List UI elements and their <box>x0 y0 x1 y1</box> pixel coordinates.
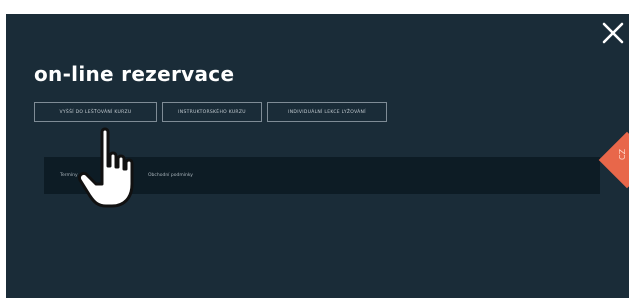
close-icon <box>602 22 624 44</box>
side-tab-label: CZ <box>618 148 627 160</box>
button-individual-lessons[interactable]: Individuální lekce lyžování <box>267 102 387 122</box>
side-tab[interactable] <box>598 131 629 189</box>
reservation-modal: on-line rezervace Vyšší do lešťování kur… <box>6 14 629 298</box>
business-conditions-link[interactable]: Obchodní podmínky <box>148 173 193 178</box>
button-instructor-course[interactable]: Instruktorského kurzu <box>162 102 262 122</box>
button-course-upgrade[interactable]: Vyšší do lešťování kurzu <box>34 102 157 122</box>
close-button[interactable] <box>600 20 626 46</box>
hand-pointer-icon <box>78 127 134 208</box>
page-title: on-line rezervace <box>34 62 235 86</box>
